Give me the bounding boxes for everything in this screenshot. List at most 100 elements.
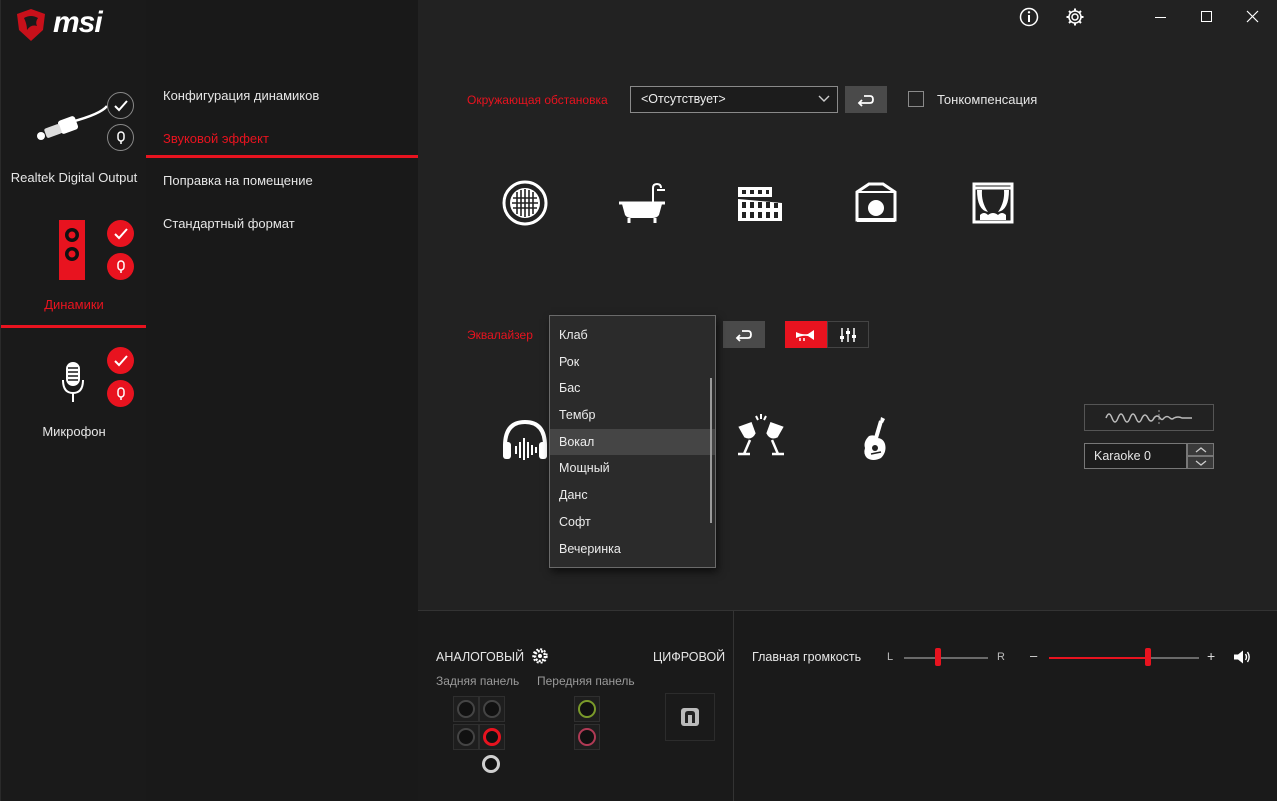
- dropdown-option[interactable]: Вечеринка: [550, 536, 715, 563]
- nav-sound-effect[interactable]: Звуковой эффект: [163, 131, 269, 146]
- environment-select[interactable]: <Отсутствует>: [630, 86, 838, 113]
- default-device-check-icon[interactable]: [107, 347, 134, 374]
- settings-nav: [146, 0, 418, 801]
- default-comm-device-icon[interactable]: [107, 380, 134, 407]
- front-panel-jacks: [574, 696, 600, 750]
- loudness-label: Тонкомпенсация: [937, 92, 1038, 107]
- master-volume-label: Главная громкость: [752, 650, 862, 664]
- dropdown-option-highlighted[interactable]: Вокал: [550, 428, 715, 456]
- bottom-status-bar: [418, 610, 1277, 801]
- bathroom-icon[interactable]: [617, 182, 667, 227]
- analog-settings-gear-icon[interactable]: [531, 647, 549, 668]
- gear-icon[interactable]: [1065, 7, 1085, 30]
- speaker-volume-icon[interactable]: [1233, 650, 1251, 667]
- device-label: Realtek Digital Output: [10, 170, 138, 185]
- rear-jack[interactable]: [457, 728, 475, 746]
- karaoke-decrement-button[interactable]: [1187, 456, 1214, 469]
- dropdown-option[interactable]: Мощный: [550, 455, 715, 482]
- chevron-down-icon: [1195, 459, 1206, 466]
- reset-icon: [735, 329, 752, 342]
- cheers-icon[interactable]: [734, 414, 788, 461]
- volume-slider-track[interactable]: [1049, 657, 1199, 659]
- balance-left-label: L: [887, 651, 894, 663]
- karaoke-increment-button[interactable]: [1187, 443, 1214, 456]
- bottom-divider: [733, 611, 734, 801]
- maximize-icon[interactable]: [1201, 11, 1212, 22]
- equalizer-custom-mode-button[interactable]: [827, 321, 869, 348]
- balance-slider-knob[interactable]: [934, 648, 941, 666]
- device-column: msi Realtek Digital Output Динамики Микр…: [0, 0, 147, 801]
- headphones-icon[interactable]: [501, 416, 549, 465]
- volume-increase-button[interactable]: +: [1207, 648, 1215, 664]
- rear-jack[interactable]: [483, 700, 501, 718]
- balance-right-label: R: [997, 651, 1005, 663]
- karaoke-value-field[interactable]: Karaoke 0: [1084, 443, 1187, 469]
- equalizer-dropdown-list[interactable]: Клаб Рок Бас Тембр Вокал Мощный Данс Соф…: [549, 315, 716, 568]
- dropdown-option[interactable]: Клаб: [550, 322, 715, 349]
- default-comm-device-icon[interactable]: [107, 253, 134, 280]
- waveform-icon: [1105, 409, 1192, 426]
- front-headphone-jack[interactable]: [578, 700, 596, 718]
- reset-icon: [857, 94, 874, 107]
- guitar-icon[interactable]: [861, 416, 893, 465]
- colosseum-icon[interactable]: [736, 185, 784, 226]
- jack-cell: [574, 696, 600, 722]
- front-mic-jack[interactable]: [578, 728, 596, 746]
- rear-jack-extra[interactable]: [482, 755, 500, 773]
- nav-speaker-config[interactable]: Конфигурация динамиков: [163, 88, 319, 103]
- device-label: Микрофон: [42, 424, 106, 439]
- dropdown-option[interactable]: Тембр: [550, 402, 715, 429]
- equalizer-preset-mode-button[interactable]: [785, 321, 827, 348]
- rear-panel-jacks: [453, 696, 505, 750]
- nav-active-underline: [146, 155, 418, 158]
- dropdown-option[interactable]: Софт: [550, 509, 715, 536]
- front-panel-label: Передняя панель: [537, 674, 635, 688]
- jack-cell: [453, 724, 479, 750]
- environment-reset-button[interactable]: [845, 86, 887, 113]
- nav-room-correction[interactable]: Поправка на помещение: [163, 173, 313, 188]
- device-speakers[interactable]: Динамики: [1, 210, 147, 328]
- digital-port[interactable]: [665, 693, 715, 741]
- balance-slider-track[interactable]: [904, 657, 988, 659]
- dropdown-option[interactable]: Данс: [550, 482, 715, 509]
- default-comm-device-icon[interactable]: [107, 124, 134, 151]
- dropdown-option[interactable]: Бас: [550, 375, 715, 402]
- equalizer-label: Эквалайзер: [467, 328, 533, 342]
- digital-label: ЦИФРОВОЙ: [653, 650, 726, 664]
- analog-label: АНАЛОГОВЫЙ: [436, 650, 525, 664]
- chevron-down-icon: [818, 87, 830, 119]
- close-icon[interactable]: [1246, 10, 1259, 26]
- trumpet-icon: [796, 329, 814, 341]
- stone-room-icon[interactable]: [500, 180, 550, 229]
- sliders-icon: [840, 327, 856, 342]
- theater-icon[interactable]: [972, 182, 1014, 227]
- default-device-check-icon[interactable]: [107, 220, 134, 247]
- rear-panel-label: Задняя панель: [436, 674, 520, 688]
- device-microphone[interactable]: Микрофон: [1, 336, 147, 446]
- environment-selected-value: <Отсутствует>: [641, 92, 726, 106]
- loudness-checkbox[interactable]: [908, 91, 924, 107]
- microphone-icon: [61, 362, 85, 407]
- rear-jack-active[interactable]: [483, 728, 501, 746]
- jack-cell: [479, 724, 505, 750]
- speaker-icon: [59, 220, 85, 283]
- default-device-check-icon[interactable]: [107, 92, 134, 119]
- msi-logo-text: msi: [53, 6, 103, 39]
- arena-icon[interactable]: [855, 182, 897, 225]
- environment-label: Окружающая обстановка: [467, 93, 608, 107]
- info-icon[interactable]: [1019, 7, 1039, 30]
- optical-port-icon: [681, 708, 699, 726]
- nav-default-format[interactable]: Стандартный формат: [163, 216, 295, 231]
- dropdown-option[interactable]: Рок: [550, 349, 715, 376]
- karaoke-wave-button[interactable]: [1084, 404, 1214, 431]
- dropdown-scrollbar[interactable]: [710, 378, 712, 523]
- volume-decrease-button[interactable]: –: [1030, 648, 1037, 663]
- volume-slider-fill: [1049, 657, 1148, 659]
- device-realtek-digital[interactable]: Realtek Digital Output: [1, 82, 147, 200]
- minimize-icon[interactable]: [1155, 17, 1166, 18]
- rear-jack[interactable]: [457, 700, 475, 718]
- equalizer-reset-button[interactable]: [723, 321, 765, 348]
- volume-slider-knob[interactable]: [1145, 648, 1151, 666]
- digital-cable-icon: [31, 104, 111, 147]
- msi-dragon-logo: [15, 8, 47, 45]
